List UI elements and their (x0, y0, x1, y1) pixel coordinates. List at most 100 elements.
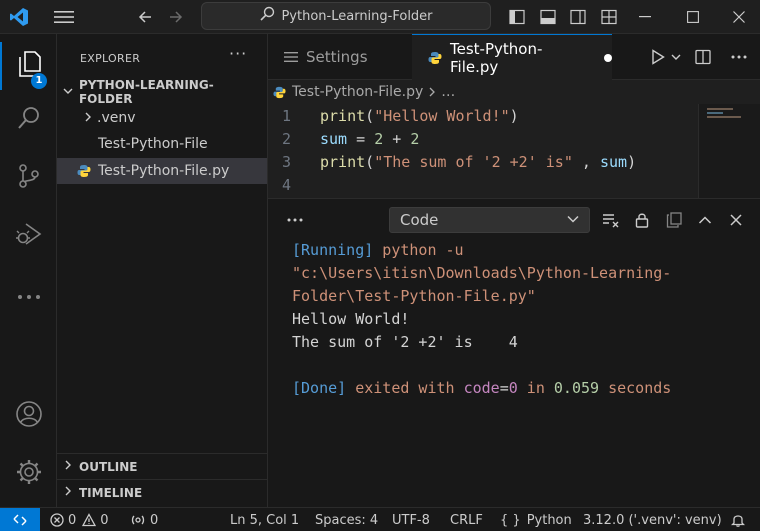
done-tag: [Done] (292, 379, 347, 397)
python-file-icon (428, 51, 442, 65)
error-count: 0 (68, 512, 77, 528)
line-number: 3 (281, 152, 291, 171)
open-in-editor-icon[interactable] (663, 209, 685, 231)
split-editor-icon[interactable] (692, 34, 714, 80)
output-token: in (517, 379, 554, 397)
code-token: "Hellow World!" (374, 106, 510, 125)
explorer-badge: 1 (31, 73, 47, 89)
code-token: "The sum of '2 +2' is" (374, 152, 573, 171)
cursor-position[interactable]: Ln 5, Col 1 (230, 508, 299, 531)
output-channel-select[interactable]: Code (389, 207, 590, 233)
close-window-icon[interactable] (724, 0, 754, 34)
code-editor[interactable]: 1 print("Hellow World!") 2 sum = 2 + 2 3… (268, 104, 760, 198)
customize-layout-icon[interactable] (598, 0, 620, 34)
close-panel-icon[interactable] (725, 209, 747, 231)
settings-icon (284, 51, 298, 63)
forward-arrow-icon[interactable] (165, 0, 187, 34)
run-dropdown-chevron-icon[interactable] (668, 34, 684, 80)
explorer-activity[interactable]: 1 (0, 42, 57, 90)
folder-header[interactable]: PYTHON-LEARNING-FOLDER (57, 78, 267, 106)
problems-indicator[interactable]: 0 0 (50, 508, 109, 531)
output-line: Folder\Test-Python-File.py" (292, 287, 536, 305)
timeline-section[interactable]: TIMELINE (57, 479, 267, 505)
run-debug-icon (15, 221, 43, 251)
minimap[interactable] (698, 104, 760, 198)
braces-icon: { } (500, 512, 521, 528)
command-center-search[interactable]: Python-Learning-Folder (201, 2, 491, 30)
tab-settings[interactable]: Settings (268, 34, 412, 80)
encoding[interactable]: UTF-8 (392, 508, 430, 531)
code-token: 2 (374, 129, 384, 148)
run-debug-activity[interactable] (0, 212, 57, 260)
toggle-secondary-sidebar-icon[interactable] (567, 0, 589, 34)
breadcrumb-symbol[interactable]: … (441, 84, 455, 100)
source-control-activity[interactable] (0, 154, 57, 202)
code-token: ) (509, 106, 519, 125)
restore-icon[interactable] (678, 0, 708, 34)
more-activity[interactable] (0, 272, 57, 320)
search-icon (259, 6, 275, 26)
explorer-more-actions[interactable]: ··· (229, 44, 247, 63)
line-number: 1 (281, 106, 291, 125)
ports-icon (131, 513, 145, 527)
error-icon (50, 513, 64, 527)
code-line: 4 (268, 173, 698, 196)
source-control-icon (16, 163, 42, 193)
language-mode[interactable]: { } Python (500, 508, 572, 531)
remote-indicator[interactable] (0, 508, 40, 531)
minimize-icon[interactable] (630, 0, 660, 34)
tree-item-venv[interactable]: .venv (57, 105, 267, 131)
breadcrumb-file[interactable]: Test-Python-File.py (292, 84, 423, 100)
folder-name: PYTHON-LEARNING-FOLDER (78, 78, 214, 106)
vscode-logo-icon (6, 0, 32, 34)
unsaved-dot-icon[interactable] (604, 53, 612, 62)
toggle-sidebar-icon[interactable] (506, 0, 528, 34)
output-token: exited with (346, 379, 464, 397)
python-interpreter[interactable]: 3.12.0 ('.venv': venv) (583, 508, 722, 531)
code-line: 3 print("The sum of '2 +2' is" , sum) (268, 150, 698, 173)
outline-label: OUTLINE (79, 459, 138, 474)
notifications-bell[interactable] (731, 508, 745, 531)
ports-indicator[interactable]: 0 (131, 508, 158, 531)
warning-count: 0 (100, 512, 109, 528)
back-arrow-icon[interactable] (134, 0, 156, 34)
timeline-label: TIMELINE (79, 485, 143, 500)
menu-icon[interactable] (52, 0, 76, 34)
accounts-activity[interactable] (0, 392, 57, 440)
ellipsis-icon (17, 289, 41, 304)
tab-test-python-file[interactable]: Test-Python-File.py (412, 34, 612, 80)
run-python-file-icon[interactable] (648, 34, 668, 80)
search-activity[interactable] (0, 96, 57, 144)
explorer-title: EXPLORER (80, 52, 141, 65)
code-line: 2 sum = 2 + 2 (268, 127, 698, 150)
tree-item-test-python-file[interactable]: Test-Python-File (57, 131, 267, 157)
indentation[interactable]: Spaces: 4 (315, 508, 378, 531)
code-token: = (347, 129, 375, 148)
line-number: 2 (281, 129, 291, 148)
line-number: 4 (281, 175, 291, 194)
running-command: python -u (373, 241, 464, 259)
maximize-panel-icon[interactable] (694, 209, 716, 231)
title-bar: Python-Learning-Folder (0, 0, 760, 34)
toggle-panel-icon[interactable] (537, 0, 559, 34)
code-token: ( (365, 106, 375, 125)
panel-more-icon[interactable] (284, 209, 306, 231)
end-of-line[interactable]: CRLF (450, 508, 483, 531)
breadcrumb: Test-Python-File.py … (268, 80, 760, 104)
editor-tabs: Settings Test-Python-File.py (268, 34, 760, 80)
minimap-line (707, 112, 723, 114)
gear-icon (15, 458, 43, 490)
output-text[interactable]: [Running] python -u "c:\Users\itisn\Down… (292, 239, 752, 400)
code-token: print (320, 106, 366, 125)
output-token: 0 (508, 379, 518, 397)
ports-count: 0 (150, 512, 159, 528)
clear-output-icon[interactable] (600, 209, 622, 231)
code-token: 2 (410, 129, 420, 148)
lock-scroll-icon[interactable] (631, 209, 653, 231)
outline-section[interactable]: OUTLINE (57, 453, 267, 479)
manage-activity[interactable] (0, 450, 57, 498)
output-panel: Code [Running] python -u "c:\Users\itisn… (268, 198, 760, 507)
tree-item-test-python-file-py[interactable]: Test-Python-File.py (57, 158, 267, 184)
editor-more-actions-icon[interactable] (726, 34, 752, 80)
python-file-icon (268, 86, 292, 99)
